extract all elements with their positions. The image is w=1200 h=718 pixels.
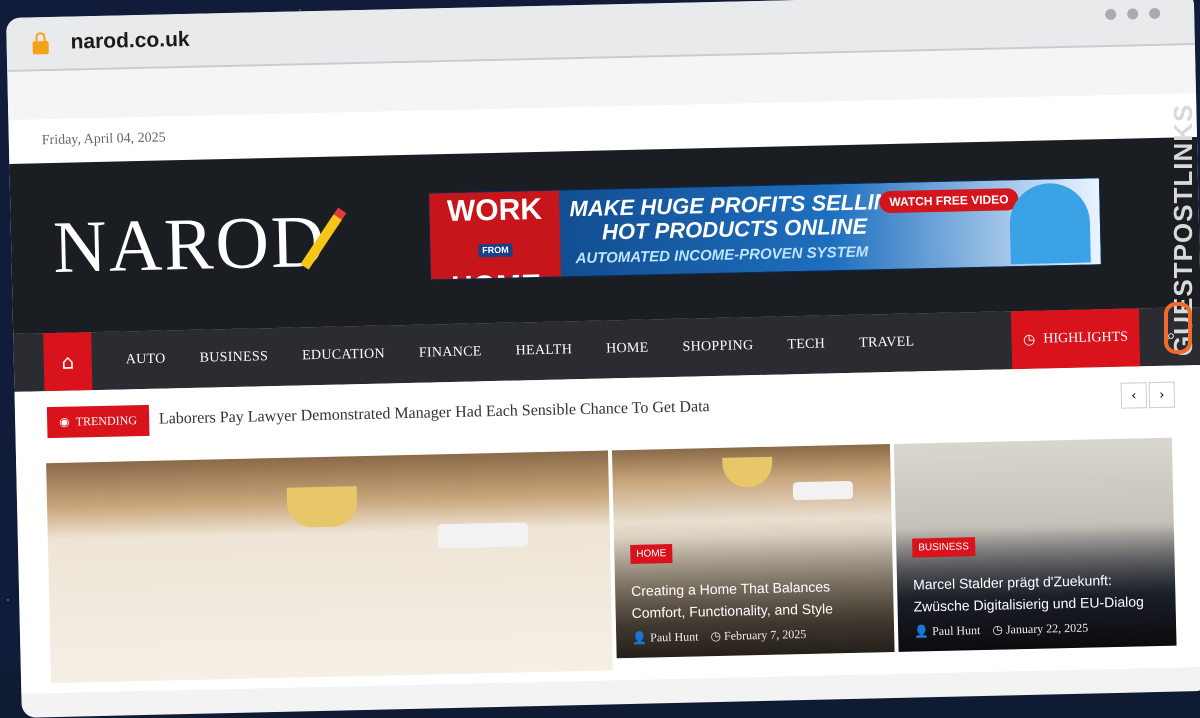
featured-main-image[interactable]: [46, 450, 613, 684]
link-icon: [1164, 302, 1192, 354]
post-date: ◷ January 22, 2025: [992, 620, 1089, 637]
banner-line3: AUTOMATED INCOME-PROVEN SYSTEM: [575, 243, 869, 268]
banner-from: FROM: [477, 243, 513, 257]
trending-headline[interactable]: Laborers Pay Lawyer Demonstrated Manager…: [159, 398, 710, 428]
site-header: NAROD WORK FROM HOME MAKE HUGE PROFITS S…: [9, 137, 1200, 334]
chandelier-image: [286, 486, 358, 528]
ac-unit-image: [792, 480, 854, 501]
author-text: Paul Hunt: [931, 623, 981, 639]
window-dot-icon[interactable]: [1105, 8, 1117, 21]
url-text[interactable]: narod.co.uk: [70, 28, 190, 55]
home-icon[interactable]: ⌂: [43, 332, 93, 392]
post-title[interactable]: Creating a Home That Balances Comfort, F…: [631, 574, 882, 624]
lock-icon: [32, 40, 49, 54]
clock-icon: ◷: [1022, 331, 1036, 349]
author-text: Paul Hunt: [650, 629, 699, 645]
post-card[interactable]: BUSINESS Marcel Stalder prägt d'Zuekunft…: [893, 437, 1177, 652]
author-name[interactable]: 👤 Paul Hunt: [914, 623, 981, 640]
browser-window: narod.co.uk Friday, April 04, 2025 NAROD…: [6, 0, 1200, 718]
nav-item-health[interactable]: HEALTH: [515, 342, 572, 359]
window-controls: [1105, 7, 1161, 21]
nav-item-home[interactable]: HOME: [606, 341, 649, 358]
banner-home: HOME: [451, 269, 542, 281]
site-logo[interactable]: NAROD: [10, 199, 343, 291]
date-text: January 22, 2025: [1005, 620, 1089, 637]
window-dot-icon[interactable]: [1149, 7, 1161, 20]
featured-posts: HOME Creating a Home That Balances Comfo…: [15, 426, 1200, 694]
nav-item-education[interactable]: EDUCATION: [302, 346, 385, 364]
highlights-button[interactable]: ◷ HIGHLIGHTS: [1010, 308, 1141, 370]
chevron-left-icon[interactable]: ‹: [1120, 382, 1148, 409]
nav-item-auto[interactable]: AUTO: [126, 351, 166, 368]
nav-item-business[interactable]: BUSINESS: [199, 349, 268, 367]
chevron-right-icon[interactable]: ›: [1148, 381, 1176, 409]
banner-work-block: WORK FROM HOME: [429, 190, 562, 281]
trending-label: TRENDING: [75, 412, 138, 429]
nav-item-tech[interactable]: TECH: [787, 337, 825, 354]
category-tag[interactable]: HOME: [630, 544, 673, 564]
banner-work: WORK: [446, 192, 543, 229]
logo-text: NAROD: [52, 200, 328, 289]
nav-item-travel[interactable]: TRAVEL: [859, 334, 915, 351]
window-dot-icon[interactable]: [1127, 8, 1139, 20]
date-text: February 7, 2025: [723, 627, 807, 643]
nav-item-shopping[interactable]: SHOPPING: [682, 338, 753, 356]
ad-banner[interactable]: WORK FROM HOME MAKE HUGE PROFITS SELLING…: [428, 177, 1102, 281]
record-icon: ◉: [59, 414, 70, 429]
post-date: ◷ February 7, 2025: [710, 627, 807, 644]
category-tag[interactable]: BUSINESS: [912, 537, 976, 558]
banner-watch-button[interactable]: WATCH FREE VIDEO: [879, 188, 1019, 214]
nav-item-finance[interactable]: FINANCE: [419, 344, 482, 361]
current-date: Friday, April 04, 2025: [41, 130, 166, 149]
ac-unit-image: [437, 522, 529, 549]
post-card[interactable]: HOME Creating a Home That Balances Comfo…: [611, 444, 895, 659]
post-title[interactable]: Marcel Stalder prägt d'Zuekunft: Zwüsche…: [913, 568, 1164, 618]
highlights-label: HIGHLIGHTS: [1043, 329, 1129, 347]
banner-line2: HOT PRODUCTS ONLINE: [601, 213, 868, 245]
trending-arrows: ‹ ›: [1120, 381, 1176, 409]
trending-label-box: ◉ TRENDING: [46, 404, 150, 438]
author-name[interactable]: 👤 Paul Hunt: [632, 629, 699, 646]
banner-person-image: [1009, 182, 1091, 265]
chandelier-image: [722, 456, 773, 488]
